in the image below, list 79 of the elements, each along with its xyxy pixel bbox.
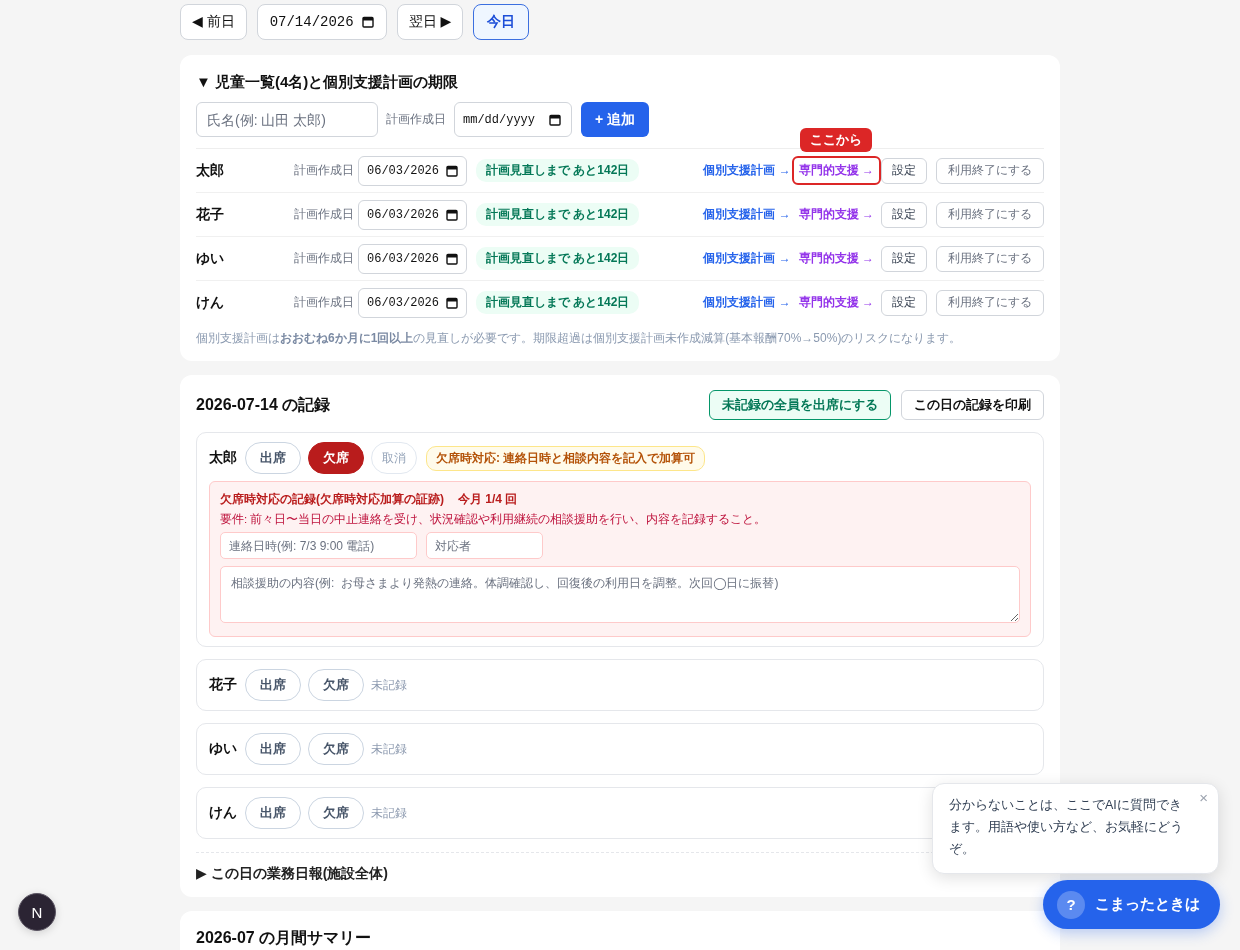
settings-button[interactable]: 設定 xyxy=(881,157,927,184)
calendar-icon[interactable] xyxy=(446,208,458,221)
field-label: 計画作成日 xyxy=(386,111,446,128)
record-status: 未記録 xyxy=(371,676,407,694)
settings-button[interactable]: 設定 xyxy=(881,245,927,272)
calendar-icon[interactable] xyxy=(446,164,458,177)
end-use-button[interactable]: 利用終了にする xyxy=(936,201,1044,228)
plan-link[interactable]: 個別支援計画 → xyxy=(703,250,791,267)
field-label: 計画作成日 xyxy=(294,206,354,223)
date-field[interactable]: 06/03/2026 xyxy=(358,243,467,274)
field-label: 計画作成日 xyxy=(294,250,354,267)
note-text: 個別支援計画はおおむね6か月に1回以上の見直しが必要です。期限超過は個別支援計画未作成減算(基本報酬70%→50%)のリスクになります。 xyxy=(196,330,963,347)
absence-notice: 欠席時対応: 連絡日時と相談内容を記入で加算可 xyxy=(426,445,706,471)
add-button[interactable]: + 追加 xyxy=(581,102,650,137)
mark-all-present-button[interactable]: 未記録の全員を出席にする xyxy=(709,390,891,420)
child-name: 太郎 xyxy=(196,161,224,178)
callout: ここから xyxy=(800,128,873,152)
date-field[interactable]: mm/dd/yyyy xyxy=(454,102,572,137)
monthly-count: 今月 1/4 回 xyxy=(458,492,518,506)
today-button[interactable]: 今日 xyxy=(473,4,530,40)
attendance-button[interactable]: 出席 xyxy=(245,669,301,701)
field-label: 計画作成日 xyxy=(294,162,354,179)
indicator-button[interactable]: N xyxy=(18,893,56,931)
record-status: 未記録 xyxy=(371,740,407,758)
next-day-button[interactable]: 翌日 ▶ xyxy=(396,4,464,40)
date-field[interactable]: 06/03/2026 xyxy=(358,199,467,230)
specialist-support-link[interactable]: 専門的支援 → xyxy=(791,288,881,317)
end-use-button[interactable]: 利用終了にする xyxy=(936,245,1044,272)
deadline-status: 計画見直しまで あと142日 xyxy=(476,159,640,182)
attendance-button[interactable]: 欠席 xyxy=(308,442,364,474)
date-field[interactable]: 06/03/2026 xyxy=(358,287,467,318)
attendance-button[interactable]: 欠席 xyxy=(308,669,364,701)
deadline-status: 計画見直しまで あと142日 xyxy=(476,247,640,270)
section-title: 2026-07 の月間サマリー xyxy=(196,929,372,946)
settings-button[interactable]: 設定 xyxy=(881,289,927,316)
date-field[interactable]: 06/03/2026 xyxy=(358,155,467,186)
consultation-textarea[interactable]: 相談援助の内容(例: お母さまより発熱の連絡。体調確認し、回復後の利用日を調整。次回◯日に振替) xyxy=(220,566,1020,623)
end-use-button[interactable]: 利用終了にする xyxy=(936,289,1044,316)
calendar-icon[interactable] xyxy=(446,252,458,265)
plan-link[interactable]: 個別支援計画 → xyxy=(703,162,791,179)
print-button[interactable]: この日の記録を印刷 xyxy=(901,390,1044,420)
deadline-status: 計画見直しまで あと142日 xyxy=(476,291,640,314)
settings-button[interactable]: 設定 xyxy=(881,201,927,228)
attendance-button[interactable]: 欠席 xyxy=(308,797,364,829)
specialist-support-link[interactable]: 専門的支援 → xyxy=(791,200,881,229)
plan-link[interactable]: 個別支援計画 → xyxy=(703,294,791,311)
date-field[interactable]: 07/14/2026 xyxy=(256,4,387,40)
plan-link[interactable]: 個別支援計画 → xyxy=(703,206,791,223)
help-icon: ? xyxy=(1057,890,1085,919)
calendar-icon[interactable] xyxy=(446,296,458,309)
end-use-button[interactable]: 利用終了にする xyxy=(936,157,1044,184)
record-status: 未記録 xyxy=(371,804,407,822)
previous-day-button[interactable]: ◀ 前日 xyxy=(180,4,247,40)
attendance-button[interactable]: 出席 xyxy=(245,733,301,765)
child-name: 太郎 xyxy=(209,449,237,467)
requirement-text: 要件: 前々日〜当日の中止連絡を受け、状況確認や利用継続の相談援助を行い、内容を記録すること。 xyxy=(220,512,768,527)
section-heading[interactable]: ▼ 児童一覧(4名)と個別支援計画の期限 xyxy=(196,73,459,90)
child-name: ゆい xyxy=(209,740,237,758)
help-message: 分からないことは、ここでAIに質問できます。用語や使い方など、お気軽にどうぞ。 xyxy=(949,797,1184,858)
specialist-support-link[interactable]: 専門的支援 → xyxy=(791,244,881,273)
specialist-support-link[interactable]: 専門的支援 → xyxy=(791,156,881,185)
child-name: けん xyxy=(209,804,237,822)
name-input[interactable]: 氏名(例: 山田 太郎) xyxy=(196,102,378,137)
calendar-icon[interactable] xyxy=(361,16,374,28)
child-name: けん xyxy=(196,293,224,310)
panel-title: 欠席時対応の記録(欠席時対応加算の証跡) xyxy=(220,492,444,506)
help-button[interactable]: ? こまったときは xyxy=(1043,880,1220,929)
attendance-button[interactable]: 欠席 xyxy=(308,733,364,765)
deadline-status: 計画見直しまで あと142日 xyxy=(476,203,640,226)
attendance-button[interactable]: 出席 xyxy=(245,797,301,829)
daily-report-toggle[interactable]: ▶ この日の業務日報(施設全体) xyxy=(196,865,388,881)
child-name: 花子 xyxy=(209,676,237,694)
staff-input[interactable]: 対応者 xyxy=(426,532,543,559)
field-label: 計画作成日 xyxy=(294,294,354,311)
child-name: 花子 xyxy=(196,205,224,222)
child-name: ゆい xyxy=(196,249,224,266)
calendar-icon[interactable] xyxy=(549,113,561,126)
section-title: 2026-07-14 の記録 xyxy=(196,394,331,415)
contact-time-input[interactable]: 連絡日時(例: 7/3 9:00 電話) xyxy=(220,532,417,559)
